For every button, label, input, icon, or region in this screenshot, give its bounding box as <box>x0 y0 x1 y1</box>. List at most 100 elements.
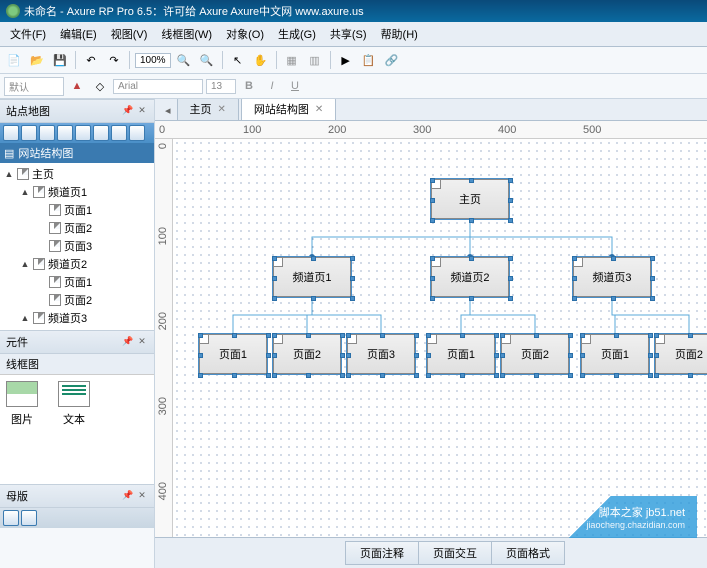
page-icon <box>33 258 45 270</box>
add-page-button[interactable] <box>3 125 19 141</box>
expand-icon[interactable]: ▲ <box>20 313 30 323</box>
widgets-title: 元件 <box>6 334 28 350</box>
save-button[interactable]: 💾 <box>50 50 70 70</box>
indent-button[interactable] <box>75 125 91 141</box>
diagram-node[interactable]: 频道页2 <box>431 257 509 297</box>
redo-button[interactable]: ↷ <box>104 50 124 70</box>
outdent-button[interactable] <box>93 125 109 141</box>
diagram-node[interactable]: 频道页1 <box>273 257 351 297</box>
diagram-node[interactable]: 页面1 <box>427 334 495 374</box>
menu-wireframe[interactable]: 线框图(W) <box>155 24 218 44</box>
tree-item[interactable]: 页面2 <box>0 291 154 309</box>
share-button[interactable]: 🔗 <box>382 50 402 70</box>
spec-button[interactable]: 📋 <box>359 50 379 70</box>
tree-label: 页面2 <box>64 292 92 308</box>
add-master-button[interactable] <box>3 510 19 526</box>
diagram-node[interactable]: 页面1 <box>199 334 267 374</box>
close-icon[interactable]: ✕ <box>315 104 323 115</box>
page-icon <box>17 168 29 180</box>
diagram-node[interactable]: 页面2 <box>501 334 569 374</box>
zoom-out-icon[interactable]: 🔍 <box>197 50 217 70</box>
search-button[interactable] <box>129 125 145 141</box>
tree-item[interactable]: ▲频道页2 <box>0 255 154 273</box>
tree-item[interactable]: 页面3 <box>0 237 154 255</box>
pin-icon[interactable]: 📌 <box>122 490 134 502</box>
style-select[interactable]: 默认 <box>4 77 64 96</box>
tree-item[interactable]: 页面2 <box>0 219 154 237</box>
menu-edit[interactable]: 编辑(E) <box>54 24 103 44</box>
underline-button[interactable]: U <box>285 76 305 96</box>
tree-item[interactable]: ▲主页 <box>0 165 154 183</box>
page-icon <box>49 294 61 306</box>
italic-button[interactable]: I <box>262 76 282 96</box>
diagram-node[interactable]: 页面2 <box>655 334 707 374</box>
tree-label: 频道页1 <box>48 184 87 200</box>
menu-share[interactable]: 共享(S) <box>324 24 373 44</box>
diagram-node[interactable]: 页面2 <box>273 334 341 374</box>
page-icon <box>33 312 45 324</box>
pointer-icon[interactable]: ↖ <box>228 50 248 70</box>
menu-view[interactable]: 视图(V) <box>105 24 154 44</box>
move-down-button[interactable] <box>57 125 73 141</box>
canvas[interactable]: 主页频道页1频道页2频道页3页面1页面2页面3页面1页面2页面1页面2 <box>173 139 707 537</box>
move-up-button[interactable] <box>39 125 55 141</box>
widgets-panel: 线框图 图片 文本 <box>0 354 154 484</box>
main-toolbar: 📄 📂 💾 ↶ ↷ 100% 🔍 🔍 ↖ ✋ ▦ ▥ ▶ 📋 🔗 <box>0 47 707 74</box>
hand-icon[interactable]: ✋ <box>251 50 271 70</box>
align-icon[interactable]: ▦ <box>282 50 302 70</box>
zoom-select[interactable]: 100% <box>135 53 171 68</box>
eraser-icon[interactable]: ◇ <box>90 76 110 96</box>
zoom-in-icon[interactable]: 🔍 <box>174 50 194 70</box>
diagram-node[interactable]: 频道页3 <box>573 257 651 297</box>
delete-master-button[interactable] <box>21 510 37 526</box>
undo-button[interactable]: ↶ <box>81 50 101 70</box>
document-tabs: ◂ 主页✕ 网站结构图✕ <box>155 99 707 121</box>
diagram-node[interactable]: 主页 <box>431 179 509 219</box>
menu-generate[interactable]: 生成(G) <box>272 24 322 44</box>
expand-icon[interactable]: ▲ <box>20 259 30 269</box>
menu-help[interactable]: 帮助(H) <box>375 24 424 44</box>
add-child-button[interactable] <box>21 125 37 141</box>
sitemap-title: 站点地图 <box>6 103 50 119</box>
diagram-node[interactable]: 页面1 <box>581 334 649 374</box>
tab-format[interactable]: 页面格式 <box>492 541 565 565</box>
tree-item[interactable]: 页面1 <box>0 201 154 219</box>
tree-item[interactable]: ▲频道页3 <box>0 309 154 327</box>
close-icon[interactable]: ✕ <box>136 336 148 348</box>
menu-object[interactable]: 对象(O) <box>220 24 270 44</box>
left-sidebar: 站点地图 📌✕ ▤ 网站结构图 ▲主页▲频道页1页面1页面2页面3▲频道页2页面… <box>0 99 155 568</box>
close-icon[interactable]: ✕ <box>218 104 226 115</box>
page-icon <box>33 186 45 198</box>
paint-icon[interactable]: ▲ <box>67 76 87 96</box>
tab-sitemap[interactable]: 网站结构图✕ <box>241 99 336 120</box>
fontsize-select[interactable]: 13 <box>206 79 236 94</box>
open-button[interactable]: 📂 <box>27 50 47 70</box>
pin-icon[interactable]: 📌 <box>122 336 134 348</box>
tab-interactions[interactable]: 页面交互 <box>419 541 492 565</box>
tab-prev-icon[interactable]: ◂ <box>159 101 177 120</box>
font-select[interactable]: Arial <box>113 79 203 94</box>
close-icon[interactable]: ✕ <box>136 105 148 117</box>
page-icon <box>49 204 61 216</box>
preview-button[interactable]: ▶ <box>336 50 356 70</box>
tree-item[interactable]: 页面1 <box>0 273 154 291</box>
widget-image[interactable]: 图片 <box>6 381 38 478</box>
sitemap-root-item[interactable]: ▤ 网站结构图 <box>0 143 154 163</box>
pin-icon[interactable]: 📌 <box>122 105 134 117</box>
tree-label: 页面3 <box>64 238 92 254</box>
wireframe-subheader[interactable]: 线框图 <box>0 354 154 375</box>
bold-button[interactable]: B <box>239 76 259 96</box>
diagram-node[interactable]: 页面3 <box>347 334 415 374</box>
expand-icon[interactable]: ▲ <box>4 169 14 179</box>
close-icon[interactable]: ✕ <box>136 490 148 502</box>
distribute-icon[interactable]: ▥ <box>305 50 325 70</box>
delete-button[interactable] <box>111 125 127 141</box>
tab-home[interactable]: 主页✕ <box>177 99 239 120</box>
menu-file[interactable]: 文件(F) <box>4 24 52 44</box>
widget-text[interactable]: 文本 <box>58 381 90 478</box>
widgets-header: 元件 📌✕ <box>0 330 154 354</box>
new-button[interactable]: 📄 <box>4 50 24 70</box>
tree-item[interactable]: ▲ 频道页1 <box>0 183 154 201</box>
expand-icon[interactable]: ▲ <box>20 187 30 197</box>
tab-notes[interactable]: 页面注释 <box>345 541 419 565</box>
